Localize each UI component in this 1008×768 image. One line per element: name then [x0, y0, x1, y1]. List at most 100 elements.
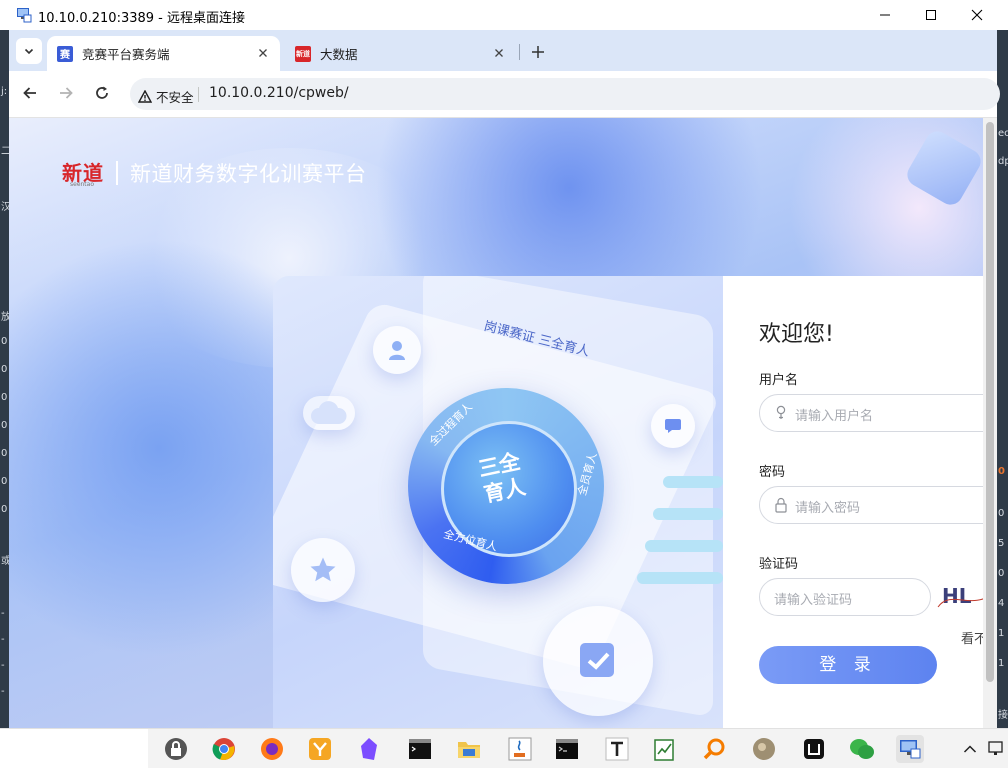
- host-text: -: [1, 686, 5, 697]
- host-text: 1: [998, 628, 1005, 639]
- chrome-icon[interactable]: [210, 735, 238, 763]
- chat-bubble: [651, 404, 695, 448]
- browser-toolbar: 不安全 10.10.0.210/cpweb/: [9, 71, 1000, 118]
- security-label: 不安全: [156, 90, 194, 105]
- host-text: 5: [998, 538, 1005, 549]
- host-text: 0: [1, 504, 8, 515]
- tab-separator: [519, 44, 520, 60]
- firefox-icon[interactable]: [258, 735, 286, 763]
- reload-icon: [96, 86, 108, 99]
- cloud-shape: [303, 396, 355, 430]
- decorative-stripe: [663, 476, 723, 488]
- host-text: 0: [1, 336, 8, 347]
- platform-logo: 新道 seentao 新道财务数字化训赛平台: [62, 158, 367, 188]
- notepad-icon[interactable]: [651, 735, 679, 763]
- site-security-chip[interactable]: 不安全: [138, 87, 194, 106]
- url-text[interactable]: 10.10.0.210/cpweb/: [209, 85, 349, 101]
- host-text: 0: [1, 364, 8, 375]
- tab-competition[interactable]: 赛 竞赛平台赛务端: [47, 36, 280, 71]
- host-text: 0: [1, 392, 8, 403]
- obsidian-icon[interactable]: [355, 735, 383, 763]
- username-label: 用户名: [759, 373, 799, 388]
- app-icon[interactable]: [800, 735, 828, 763]
- host-text: ec: [998, 128, 1008, 139]
- logo-divider: [116, 161, 118, 185]
- host-text: 0: [1, 448, 8, 459]
- captcha-image[interactable]: HL: [936, 579, 983, 613]
- host-text: 1: [998, 658, 1005, 669]
- host-text: 4: [998, 598, 1005, 609]
- brand-logo-sub: seentao: [70, 181, 95, 188]
- forward-button[interactable]: [55, 82, 77, 104]
- password-label: 密码: [759, 465, 786, 480]
- cmd-icon[interactable]: [553, 735, 581, 763]
- decorative-stripe: [645, 540, 723, 552]
- brand-logo-mark: 新道: [62, 161, 104, 185]
- password-field[interactable]: 请输入密码: [759, 486, 983, 524]
- captcha-image-text: HL: [942, 584, 972, 608]
- taskbar-blank: [0, 729, 148, 768]
- new-tab-button[interactable]: [526, 40, 550, 64]
- chevron-up-icon[interactable]: [956, 735, 984, 763]
- rdp-titlebar: 10.10.0.210:3389 - 远程桌面连接: [0, 0, 1008, 31]
- remote-desktop-icon[interactable]: [896, 735, 924, 763]
- maximize-icon: [926, 10, 936, 20]
- captcha-label: 验证码: [759, 557, 799, 572]
- login-button[interactable]: 登 录: [759, 646, 937, 684]
- network-icon[interactable]: [984, 735, 1008, 763]
- login-panel: 岗课赛证 三全育人 三全 育人 全过程育人 全员育人 全方位育人 欢迎您! 用户…: [273, 276, 983, 728]
- decorative-stripe: [637, 572, 723, 584]
- tab-bigdata[interactable]: 新道 大数据: [285, 36, 516, 71]
- host-desktop-left-strip: j: 二 汉 放 0 0 0 0 0 0 0 或 - - - -: [0, 30, 11, 728]
- maximize-button[interactable]: [908, 0, 954, 30]
- host-text: -: [1, 634, 5, 645]
- minimize-button[interactable]: [862, 0, 908, 30]
- plus-icon: [532, 46, 544, 58]
- close-tab-icon[interactable]: [256, 46, 270, 60]
- java-icon[interactable]: [506, 735, 534, 763]
- tab-search-button[interactable]: [16, 38, 42, 64]
- username-field[interactable]: 请输入用户名: [759, 394, 983, 432]
- reload-button[interactable]: [91, 82, 113, 104]
- address-separator: [198, 87, 199, 102]
- back-button[interactable]: [19, 82, 41, 104]
- wechat-icon[interactable]: [848, 735, 876, 763]
- host-desktop-right-strip: ec dp 0 0 5 0 4 1 1 接: [997, 30, 1008, 728]
- login-illustration: 岗课赛证 三全育人 三全 育人 全过程育人 全员育人 全方位育人: [273, 276, 723, 728]
- minimize-icon: [880, 14, 890, 16]
- user-icon: [389, 341, 405, 360]
- avatar-app-icon[interactable]: [750, 735, 778, 763]
- welcome-heading: 欢迎您!: [759, 322, 834, 347]
- tab-label: 大数据: [320, 47, 358, 62]
- host-text: 0: [1, 420, 8, 431]
- folder-icon[interactable]: [455, 735, 483, 763]
- login-page: 新道 seentao 新道财务数字化训赛平台 岗课赛证 三全育人 三全 育人 全…: [9, 118, 983, 728]
- terminal-icon[interactable]: [406, 735, 434, 763]
- tab-label: 竞赛平台赛务端: [82, 47, 170, 62]
- lock-icon[interactable]: [162, 735, 190, 763]
- chat-icon: [665, 419, 681, 433]
- search-tool-icon[interactable]: [700, 735, 728, 763]
- host-text: 接: [998, 710, 1008, 721]
- typora-icon[interactable]: [603, 735, 631, 763]
- captcha-refresh-link[interactable]: 看不: [961, 628, 983, 647]
- login-form: 欢迎您! 用户名 请输入用户名 密码 请输入密码 验证码 请输入验证码 HL 看…: [723, 276, 983, 728]
- yuque-icon[interactable]: [306, 735, 334, 763]
- host-text: -: [1, 660, 5, 671]
- chevron-down-icon: [24, 48, 34, 55]
- window-title: 10.10.0.210:3389 - 远程桌面连接: [38, 11, 245, 26]
- remote-desktop-icon: [17, 8, 32, 23]
- address-bar[interactable]: 不安全 10.10.0.210/cpweb/: [130, 78, 1000, 110]
- close-window-button[interactable]: [954, 0, 1000, 30]
- scrollbar-thumb[interactable]: [986, 122, 994, 682]
- lock-icon: [775, 497, 787, 513]
- host-text: dp: [998, 156, 1008, 167]
- browser-tab-bar: 赛 竞赛平台赛务端 新道 大数据: [9, 30, 997, 71]
- taskbar: [0, 728, 1008, 768]
- close-tab-icon[interactable]: [492, 46, 506, 60]
- captcha-field[interactable]: 请输入验证码: [759, 578, 931, 616]
- arrow-right-icon: [60, 87, 73, 99]
- tab-favicon-icon: 新道: [295, 45, 311, 62]
- page-scrollbar[interactable]: [983, 118, 997, 728]
- close-icon: [971, 9, 983, 21]
